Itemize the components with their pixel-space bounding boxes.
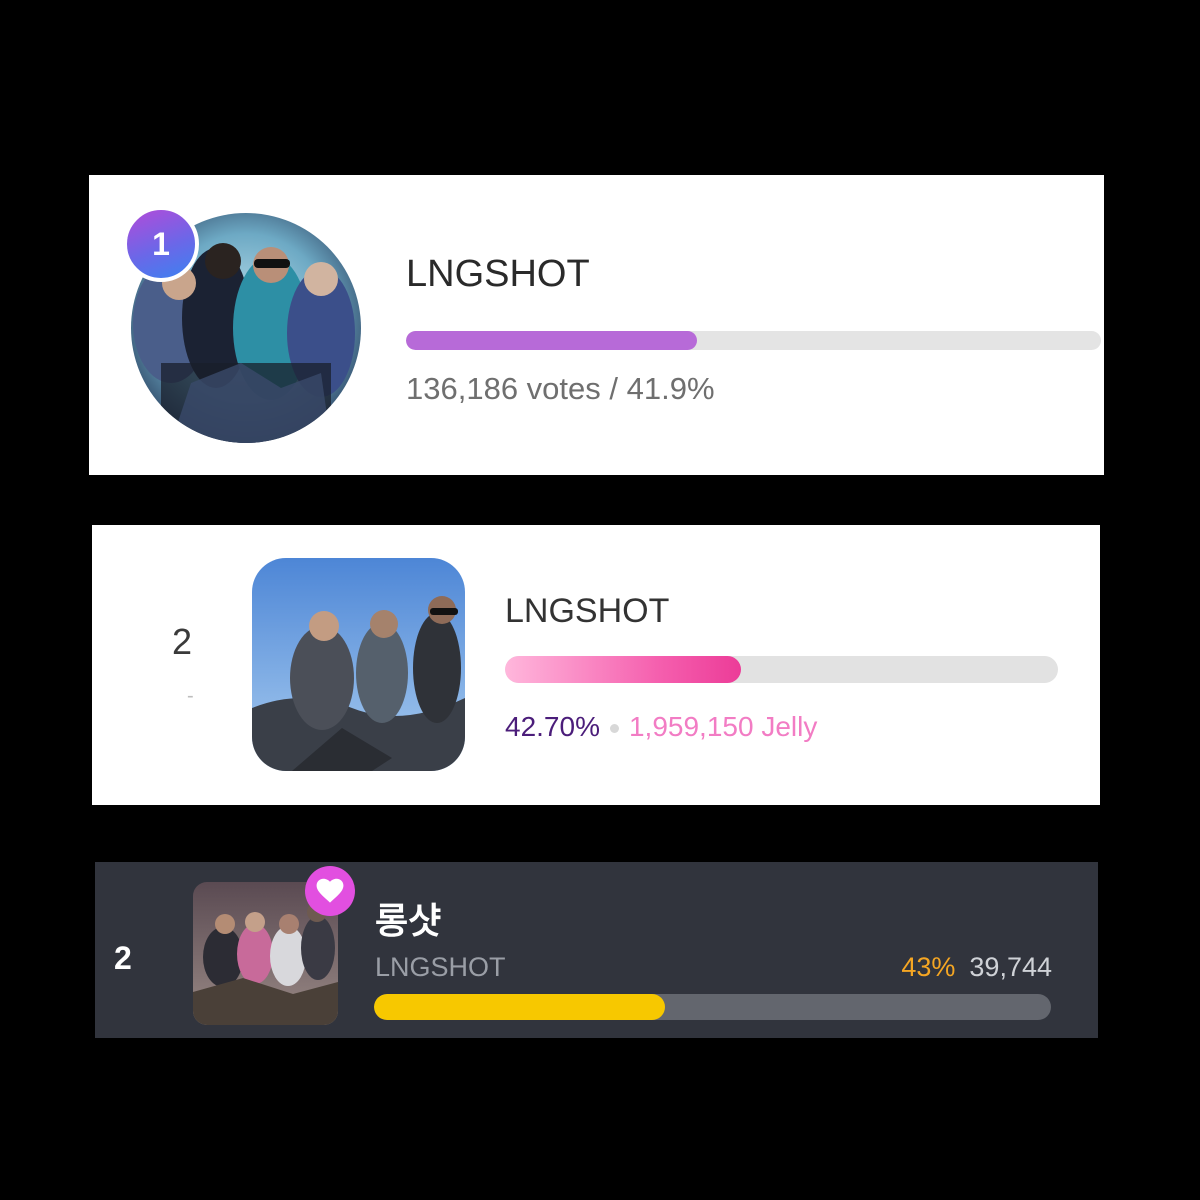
rank-number: 2: [172, 621, 193, 662]
heart-icon[interactable]: [305, 866, 355, 916]
vote-progress-fill: [374, 994, 666, 1020]
jelly-count: 1,959,150 Jelly: [628, 711, 818, 742]
artist-name: LNGSHOT: [375, 952, 506, 982]
rank-badge: 1: [123, 206, 199, 282]
vote-percent: 43%: [901, 952, 956, 982]
vote-progress-bar: [505, 656, 1058, 683]
artist-name: LNGSHOT: [505, 592, 670, 630]
vote-percent: 42.70%: [505, 711, 600, 742]
vote-card-1[interactable]: 1 LNGSHOT 136,186 votes / 41.9%: [89, 175, 1104, 475]
vote-count: 39,744: [969, 952, 1052, 982]
separator-dot: [609, 724, 619, 734]
rank-number: 2: [114, 940, 132, 976]
vote-card-2[interactable]: 2 - LNGSHOT 42.70% 1,959,150 Jelly: [92, 525, 1100, 805]
vote-progress-fill: [406, 331, 698, 350]
artist-name: LNGSHOT: [406, 253, 590, 295]
vote-stats: 136,186 votes / 41.9%: [406, 371, 715, 406]
artist-photo: [252, 558, 465, 771]
vote-progress-bar: [406, 331, 1101, 350]
artist-korean-name: 롱샷: [375, 900, 442, 941]
vote-progress-fill: [505, 656, 742, 683]
vote-stats: 43% 39,744: [901, 952, 1052, 983]
vote-stats: 42.70% 1,959,150 Jelly: [505, 711, 817, 743]
vote-progress-bar: [374, 994, 1051, 1020]
vote-card-3[interactable]: 2 롱샷 LNGSHOT 43% 39,744: [95, 862, 1098, 1038]
rank-change: -: [187, 685, 194, 707]
